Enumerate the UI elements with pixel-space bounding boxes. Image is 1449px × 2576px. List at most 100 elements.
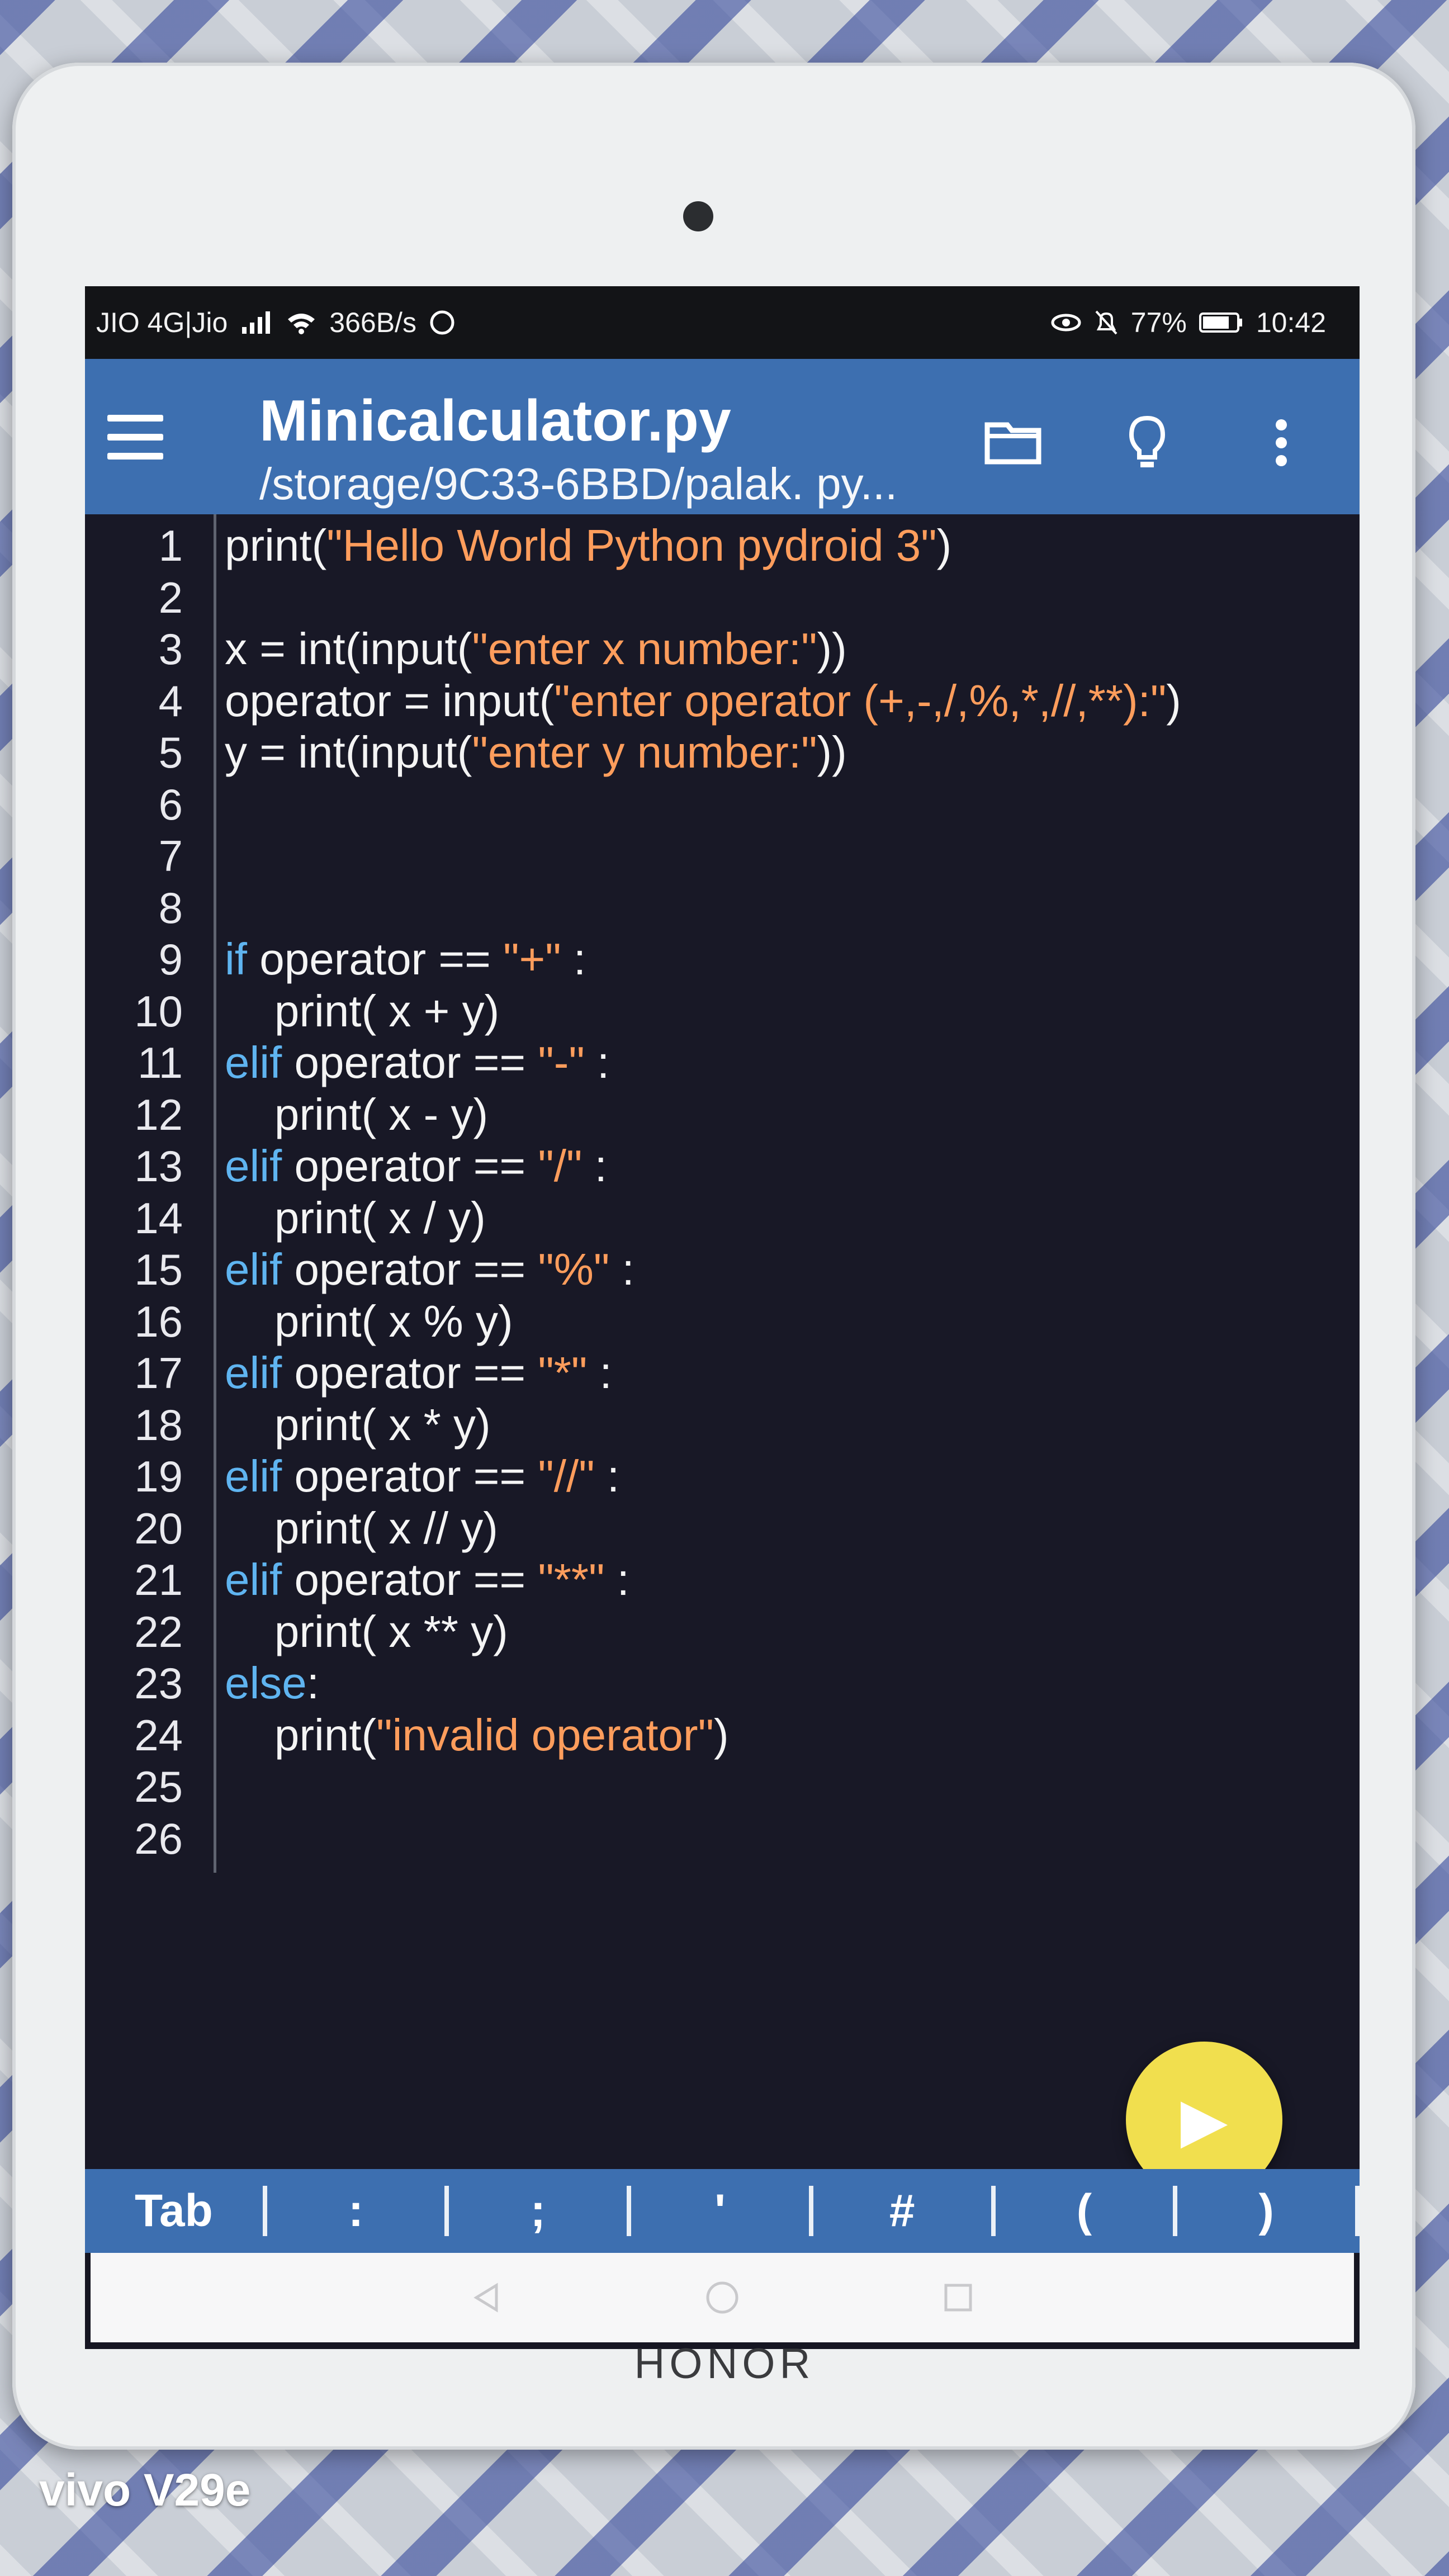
system-nav-bar (91, 2253, 1354, 2342)
key-semicolon[interactable]: ; (449, 2185, 627, 2237)
line-number: 8 (158, 883, 183, 932)
clock: 10:42 (1256, 307, 1326, 338)
line-code: print( x * y) (225, 1399, 491, 1451)
code-text: )) (817, 727, 847, 777)
code-string: "%" (538, 1244, 610, 1294)
code-line: 5 y = int(input("enter y number:")) (85, 727, 1360, 778)
line-number: 4 (158, 676, 183, 726)
code-keyword: if (225, 934, 247, 984)
network-speed: 366B/s (329, 307, 416, 338)
code-text: print( x % y) (225, 1296, 513, 1346)
app-bar: Minicalculator.py /storage/9C33-6BBD/pal… (85, 359, 1360, 514)
line-number: 21 (134, 1555, 183, 1604)
line-number: 3 (158, 624, 183, 674)
code-line: 1 print("Hello World Python pydroid 3") (85, 520, 1360, 571)
extra-keys-bar: Tab : ; ' # ( ) (85, 2169, 1360, 2253)
code-text: ) (1166, 675, 1181, 726)
device-screen: JIO 4G|Jio 366B/s 77% 10:42 Minicalculat… (85, 286, 1360, 2349)
line-number: 22 (134, 1607, 183, 1656)
code-line: 3 x = int(input("enter x number:")) (85, 623, 1360, 675)
code-text: operator = input( (225, 675, 555, 726)
line-code: elif operator == "*" : (225, 1347, 612, 1399)
line-number: 26 (134, 1813, 183, 1863)
tablet-frame: JIO 4G|Jio 366B/s 77% 10:42 Minicalculat… (12, 63, 1415, 2450)
line-number: 5 (158, 728, 183, 777)
code-string: "-" (538, 1038, 585, 1087)
key-close-paren[interactable]: ) (1177, 2185, 1355, 2237)
code-line: 26 (85, 1813, 1360, 1864)
key-hash[interactable]: # (813, 2185, 991, 2237)
code-text: : (587, 1348, 612, 1398)
line-number: 24 (134, 1710, 183, 1760)
code-text: operator == (282, 1555, 538, 1604)
code-line: 10 print( x + y) (85, 986, 1360, 1037)
more-vert-icon[interactable] (1248, 409, 1315, 476)
key-tab[interactable]: Tab (85, 2185, 263, 2237)
line-number: 2 (158, 572, 183, 622)
code-string: "/" (538, 1141, 583, 1191)
menu-icon[interactable] (107, 415, 163, 460)
line-number: 16 (134, 1296, 183, 1346)
code-string: "+" (503, 934, 561, 984)
code-keyword: elif (225, 1451, 282, 1501)
line-number: 25 (134, 1762, 183, 1811)
line-number: 9 (158, 935, 183, 984)
code-line: 2 (85, 572, 1360, 623)
line-code: print( x / y) (225, 1192, 486, 1244)
code-text: : (594, 1451, 620, 1501)
code-keyword: elif (225, 1555, 282, 1604)
line-number: 20 (134, 1503, 183, 1553)
key-colon[interactable]: : (267, 2185, 445, 2237)
code-text: print( x * y) (225, 1399, 491, 1450)
key-quote[interactable]: ' (631, 2185, 809, 2237)
front-camera (683, 201, 713, 231)
line-code: y = int(input("enter y number:")) (225, 727, 847, 778)
code-text: operator == (282, 1244, 538, 1294)
line-number: 11 (138, 1038, 183, 1087)
line-code: elif operator == "%" : (225, 1244, 634, 1295)
line-number: 18 (134, 1400, 183, 1450)
file-title: Minicalculator.py (259, 389, 731, 453)
line-number: 23 (134, 1659, 183, 1708)
key-separator (1355, 2186, 1360, 2236)
code-editor[interactable]: 1 print("Hello World Python pydroid 3") 2 3… (85, 514, 1360, 2169)
key-separator (262, 2186, 267, 2236)
code-line: 8 (85, 882, 1360, 934)
line-code: print("Hello World Python pydroid 3") (225, 520, 951, 571)
code-text: print( (225, 520, 327, 570)
code-text: operator == (247, 934, 504, 984)
folder-icon[interactable] (979, 409, 1046, 476)
code-text: print( x // y) (225, 1503, 498, 1553)
bulb-icon[interactable] (1114, 409, 1181, 476)
line-code: else: (225, 1658, 319, 1709)
line-number: 10 (134, 986, 183, 1036)
wifi-icon (288, 314, 315, 334)
code-keyword: elif (225, 1244, 282, 1294)
code-line: 20 print( x // y) (85, 1503, 1360, 1554)
code-line: 16 print( x % y) (85, 1296, 1360, 1347)
code-line: 12 print( x - y) (85, 1089, 1360, 1140)
back-icon[interactable] (470, 2281, 503, 2314)
code-text: operator == (282, 1141, 538, 1191)
code-text: x = int(input( (225, 624, 472, 674)
key-separator (808, 2186, 813, 2236)
line-number: 17 (134, 1348, 183, 1398)
code-line: 11 elif operator == "-" : (85, 1037, 1360, 1088)
status-bar: JIO 4G|Jio 366B/s 77% 10:42 (85, 286, 1360, 359)
line-code: elif operator == "-" : (225, 1037, 609, 1088)
signal-icon (242, 311, 271, 334)
line-code: elif operator == "//" : (225, 1451, 619, 1502)
code-text: print( x + y) (225, 986, 500, 1036)
line-code: x = int(input("enter x number:")) (225, 623, 847, 675)
line-code: print("invalid operator") (225, 1710, 729, 1761)
carrier-label: JIO 4G|Jio (96, 307, 228, 338)
code-text: print( x ** y) (225, 1606, 508, 1656)
key-open-paren[interactable]: ( (996, 2185, 1173, 2237)
recents-icon[interactable] (941, 2281, 975, 2314)
line-code: print( x + y) (225, 986, 499, 1037)
line-number: 15 (134, 1245, 183, 1294)
eye-icon (1051, 314, 1081, 332)
code-text: y = int(input( (225, 727, 472, 777)
home-icon[interactable] (704, 2280, 740, 2315)
line-code: if operator == "+" : (225, 934, 586, 985)
